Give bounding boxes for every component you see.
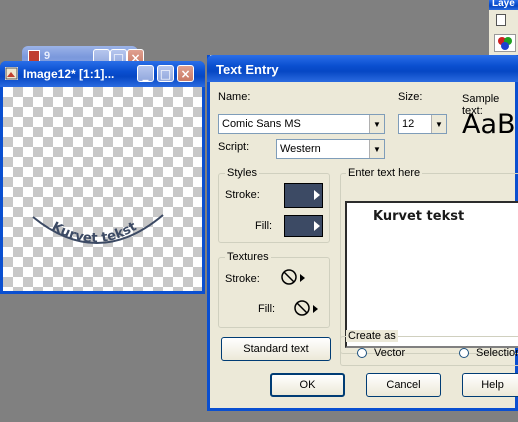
fill-color-swatch[interactable]: [284, 215, 323, 237]
minimize-icon: _: [142, 66, 149, 81]
maximize-button[interactable]: □: [157, 65, 174, 82]
arrow-right-icon: [314, 190, 320, 200]
chevron-down-icon[interactable]: ▼: [369, 140, 384, 158]
arrow-right-icon: [314, 221, 320, 231]
font-size-value: 12: [402, 118, 415, 130]
image-canvas[interactable]: Kurvet tekst: [3, 87, 202, 291]
styles-stroke-label: Stroke:: [225, 189, 260, 201]
selection-radio-label: Selection: [476, 347, 518, 359]
text-entry-dialog: Text Entry Name: Comic Sans MS ▼ Size: 1…: [207, 55, 518, 411]
styles-fill-label: Fill:: [255, 220, 273, 232]
text-entry-area[interactable]: Kurvet tekst: [345, 201, 518, 348]
stroke-texture-button[interactable]: [280, 267, 308, 289]
maximize-icon: □: [159, 66, 172, 81]
chevron-down-icon[interactable]: ▼: [369, 115, 384, 133]
curved-text: Kurvet tekst: [49, 219, 139, 246]
vector-radio-label: Vector: [374, 347, 406, 359]
size-label: Size:: [398, 91, 423, 103]
script-label: Script:: [218, 141, 250, 153]
no-texture-icon: [294, 300, 318, 316]
selection-radio[interactable]: [459, 348, 469, 358]
font-name-value: Comic Sans MS: [222, 118, 301, 130]
close-icon: ×: [180, 66, 191, 81]
image-window: Image12* [1:1]... _ □ × Kurvet tekst: [0, 61, 205, 294]
styles-group-label: Styles: [225, 167, 259, 179]
image-icon: [5, 67, 18, 80]
layer-color-icon[interactable]: [494, 34, 516, 52]
image-window-title: Image12* [1:1]...: [23, 67, 115, 81]
enter-text-label: Enter text here: [346, 167, 423, 179]
no-texture-icon: [281, 269, 305, 285]
name-label: Name:: [218, 91, 251, 103]
textures-group-label: Textures: [225, 251, 271, 263]
close-button[interactable]: ×: [177, 65, 194, 82]
ok-button[interactable]: OK: [270, 373, 345, 397]
vector-radio[interactable]: [357, 348, 367, 358]
create-as-label: Create as: [346, 330, 398, 342]
image-window-titlebar[interactable]: Image12* [1:1]... _ □ ×: [0, 61, 205, 87]
fill-texture-button[interactable]: [293, 298, 321, 320]
chevron-down-icon[interactable]: ▼: [431, 115, 446, 133]
script-combo[interactable]: Western ▼: [276, 139, 385, 159]
layer-visibility-icon[interactable]: [496, 14, 506, 26]
layers-window-titlebar[interactable]: Laye: [489, 0, 518, 10]
text-entry-titlebar[interactable]: Text Entry: [207, 55, 518, 82]
textures-stroke-label: Stroke:: [225, 273, 260, 285]
entered-text: Kurvet tekst: [373, 209, 465, 224]
layers-window: Laye: [489, 0, 518, 60]
curved-text-graphic: Kurvet tekst: [32, 214, 164, 246]
text-entry-title: Text Entry: [216, 62, 279, 77]
textures-fill-label: Fill:: [258, 303, 276, 315]
help-button[interactable]: Help: [462, 373, 518, 397]
script-value: Western: [280, 143, 321, 155]
minimize-button[interactable]: _: [137, 65, 154, 82]
stroke-color-swatch[interactable]: [284, 183, 323, 208]
sample-text-preview: AaBl: [462, 109, 518, 140]
font-size-combo[interactable]: 12 ▼: [398, 114, 447, 134]
cancel-button[interactable]: Cancel: [366, 373, 441, 397]
standard-text-button[interactable]: Standard text: [221, 337, 331, 361]
font-name-combo[interactable]: Comic Sans MS ▼: [218, 114, 385, 134]
layers-window-title: Laye: [492, 0, 515, 9]
